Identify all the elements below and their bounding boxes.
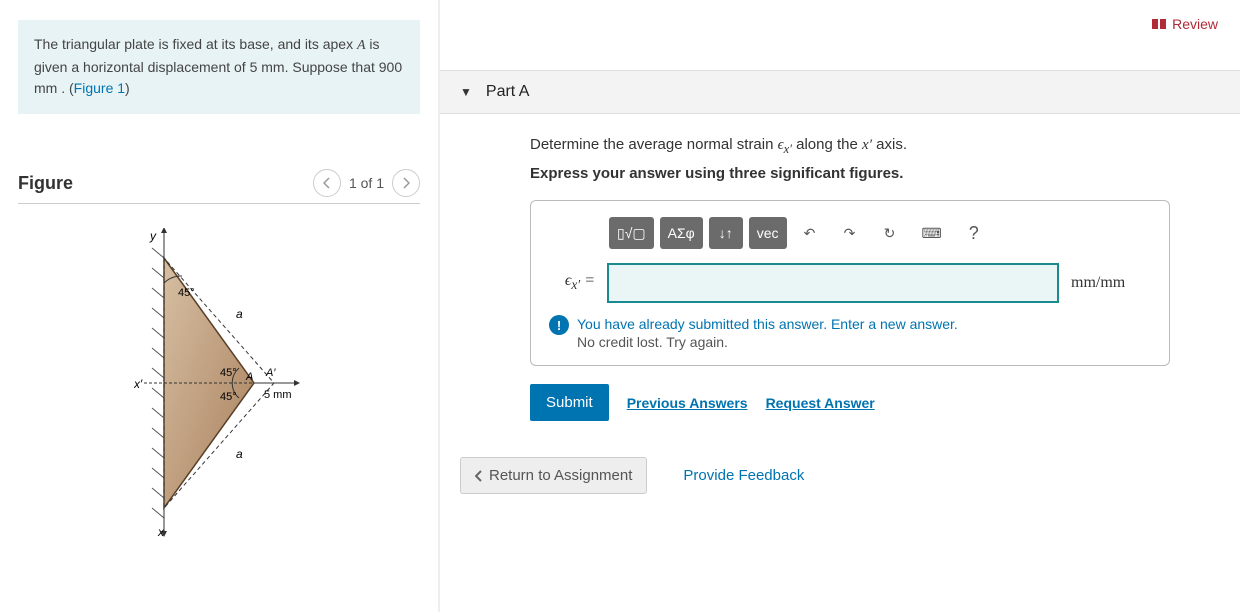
label-Aprime: A′	[265, 367, 276, 379]
previous-answers-link[interactable]: Previous Answers	[627, 395, 748, 411]
return-button[interactable]: Return to Assignment	[460, 457, 647, 494]
label-45-mid1: 45°	[220, 367, 237, 379]
redo-button[interactable]: ↷	[833, 217, 867, 249]
return-label: Return to Assignment	[489, 467, 632, 484]
feedback-text: You have already submitted this answer. …	[577, 315, 958, 351]
caret-down-icon: ▼	[460, 85, 472, 99]
book-icon	[1152, 18, 1166, 30]
chevron-left-icon	[475, 470, 483, 482]
chevron-left-icon	[323, 177, 331, 189]
subscript-button[interactable]: ↓↑	[709, 217, 743, 249]
figure-prev-button[interactable]	[313, 169, 341, 197]
prompt-var-A: A	[357, 38, 366, 53]
instruction: Determine the average normal strain ϵx′ …	[530, 136, 1170, 157]
answer-panel: ▯√▢ ΑΣφ ↓↑ vec ↶ ↷ ↻ ⌨ ? ϵx′ = mm/mm	[530, 200, 1170, 366]
label-A: A	[245, 371, 253, 383]
answer-lhs: ϵx′ =	[549, 272, 595, 293]
label-45-mid2: 45°	[220, 391, 237, 403]
greek-button[interactable]: ΑΣφ	[660, 217, 703, 249]
prompt-unit: mm	[261, 59, 284, 75]
figure-link[interactable]: Figure 1	[74, 80, 125, 96]
prompt-text: )	[125, 80, 130, 96]
undo-button[interactable]: ↶	[793, 217, 827, 249]
label-xprime: x′	[134, 377, 143, 391]
instruction-bold: Express your answer using three signific…	[530, 165, 1170, 182]
figure-pager-text: 1 of 1	[349, 175, 384, 191]
label-a1: a	[236, 307, 243, 321]
prompt-text: . Suppose that 900	[285, 59, 403, 75]
reset-button[interactable]: ↻	[873, 217, 907, 249]
chevron-right-icon	[402, 177, 410, 189]
provide-feedback-link[interactable]: Provide Feedback	[683, 467, 804, 484]
prompt-unit: mm	[34, 80, 57, 96]
prompt-text: . (	[57, 80, 73, 96]
figure-diagram: y x′ x 45° 45° 45° a a A A′ 5 mm	[18, 228, 420, 538]
help-button[interactable]: ?	[957, 217, 991, 249]
part-header[interactable]: ▼ Part A	[440, 70, 1240, 114]
review-label: Review	[1172, 16, 1218, 32]
answer-input[interactable]	[607, 263, 1059, 303]
submit-button[interactable]: Submit	[530, 384, 609, 421]
keyboard-button[interactable]: ⌨	[913, 217, 951, 249]
answer-units: mm/mm	[1071, 274, 1151, 292]
label-45-top: 45°	[178, 287, 195, 299]
label-x: x	[157, 525, 165, 538]
part-title: Part A	[486, 83, 530, 101]
info-icon: !	[549, 315, 569, 335]
label-a2: a	[236, 447, 243, 461]
label-disp: 5 mm	[264, 389, 292, 401]
review-link[interactable]: Review	[1152, 16, 1218, 32]
figure-next-button[interactable]	[392, 169, 420, 197]
label-y: y	[149, 229, 157, 243]
vector-button[interactable]: vec	[749, 217, 787, 249]
problem-prompt: The triangular plate is fixed at its bas…	[18, 20, 420, 114]
templates-button[interactable]: ▯√▢	[609, 217, 654, 249]
request-answer-link[interactable]: Request Answer	[766, 395, 875, 411]
figure-heading: Figure	[18, 173, 73, 194]
prompt-text: The triangular plate is fixed at its bas…	[34, 36, 357, 52]
